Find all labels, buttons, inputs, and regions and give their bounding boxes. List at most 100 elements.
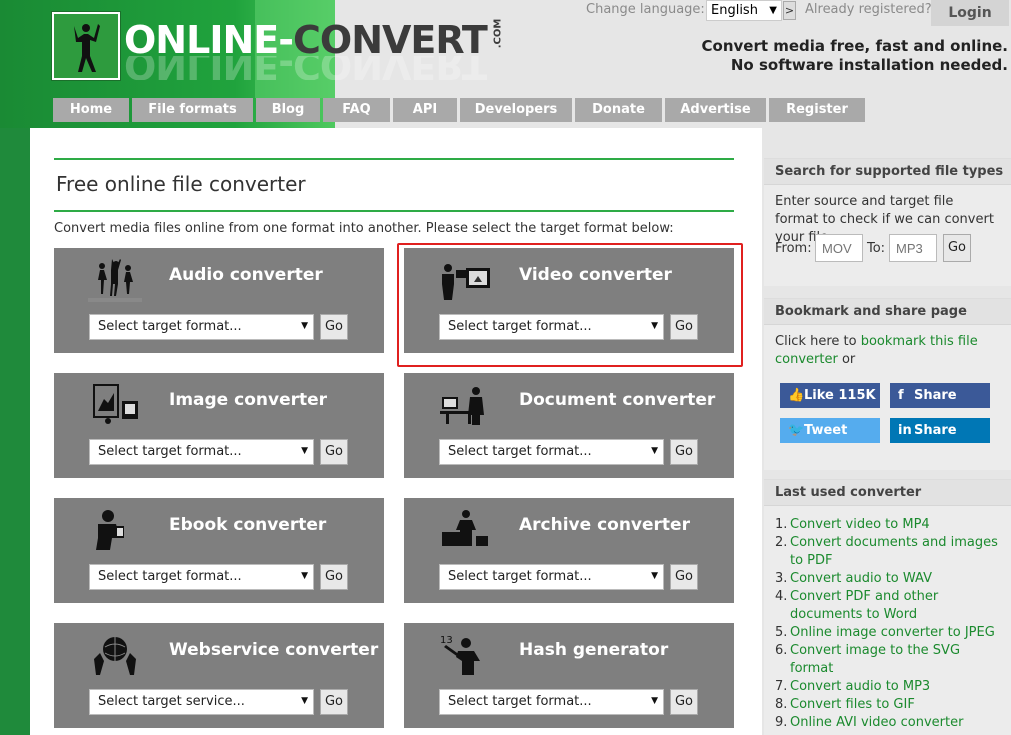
go-button[interactable]: Go: [670, 564, 698, 590]
dropdown-arrow-icon: ▼: [651, 571, 658, 581]
target-service-select[interactable]: Select target service... ▼: [89, 689, 314, 715]
list-item[interactable]: 3. Convert audio to WAV: [764, 570, 1003, 588]
list-number: 9.: [775, 715, 788, 730]
list-number: 2.: [775, 535, 788, 550]
go-button[interactable]: Go: [670, 439, 698, 465]
linkedin-share-button[interactable]: in Share: [890, 418, 990, 443]
logo-com-suffix: .COM: [492, 18, 504, 49]
nav-blog[interactable]: Blog: [256, 98, 320, 122]
tagline-1: Convert media free, fast and online.: [701, 37, 1009, 55]
card-title: Document converter: [519, 390, 716, 410]
to-label: To:: [867, 241, 886, 256]
photo-frame-icon: [86, 381, 144, 429]
card-title: Ebook converter: [169, 515, 327, 535]
image-converter-card: Image converter Select target format... ▼…: [54, 373, 384, 478]
divider: [54, 210, 734, 212]
search-go-button[interactable]: Go: [943, 234, 971, 262]
tagline-2: No software installation needed.: [730, 56, 1008, 74]
hash-generator-card: 13 Hash generator Select target format..…: [404, 623, 734, 728]
highlight-box: [397, 243, 743, 367]
dropdown-arrow-icon: ▼: [769, 5, 777, 16]
card-title: Image converter: [169, 390, 328, 410]
go-button[interactable]: Go: [320, 689, 348, 715]
nav-advertise[interactable]: Advertise: [665, 98, 766, 122]
list-number: 3.: [775, 571, 788, 586]
page-title: Free online file converter: [56, 172, 306, 196]
reader-icon: [86, 506, 144, 554]
document-converter-card: Document converter Select target format.…: [404, 373, 734, 478]
go-button[interactable]: Go: [320, 439, 348, 465]
list-item[interactable]: 9. Online AVI video converter: [764, 714, 1003, 732]
box-heading: Bookmark and share page: [764, 299, 1011, 325]
dancers-icon: [86, 256, 144, 304]
facebook-share-button[interactable]: f Share: [890, 383, 990, 408]
box-heading: Last used converter: [764, 480, 1011, 506]
last-used-box: Last used converter 1. Convert video to M…: [764, 479, 1011, 735]
twitter-icon: 🐦: [788, 423, 805, 438]
bookmark-text-before: Click here to: [775, 334, 861, 349]
from-label: From:: [775, 241, 812, 256]
intro-text: Convert media files online from one form…: [54, 221, 674, 236]
list-item[interactable]: 1. Convert video to MP4: [764, 516, 1003, 534]
change-language-label: Change language:: [586, 2, 705, 17]
language-go-button[interactable]: >: [783, 1, 796, 20]
last-used-list: 1. Convert video to MP4 2. Convert documen…: [764, 506, 1011, 732]
dropdown-arrow-icon: ▼: [301, 446, 308, 456]
logo-reflection: ONLINE-CONVERT: [124, 56, 487, 80]
linkedin-icon: in: [898, 423, 912, 438]
go-button[interactable]: Go: [670, 689, 698, 715]
dropdown-arrow-icon: ▼: [651, 446, 658, 456]
list-item[interactable]: 6. Convert image to the SVG format: [764, 642, 1003, 678]
list-number: 5.: [775, 625, 788, 640]
list-number: 8.: [775, 697, 788, 712]
facebook-icon: f: [898, 388, 904, 403]
dropdown-arrow-icon: ▼: [301, 696, 308, 706]
divider: [54, 158, 734, 160]
nav-api[interactable]: API: [393, 98, 457, 122]
nav-home[interactable]: Home: [53, 98, 129, 122]
target-format-select[interactable]: Select target format... ▼: [439, 439, 664, 465]
card-title: Webservice converter: [169, 640, 379, 660]
archive-converter-card: Archive converter Select target format..…: [404, 498, 734, 603]
target-format-select[interactable]: Select target format... ▼: [89, 564, 314, 590]
from-format-input[interactable]: [815, 234, 863, 262]
list-item[interactable]: 7. Convert audio to MP3: [764, 678, 1003, 696]
dropdown-arrow-icon: ▼: [651, 696, 658, 706]
list-item[interactable]: 4. Convert PDF and other documents to Wor…: [764, 588, 1003, 624]
nav-donate[interactable]: Donate: [575, 98, 662, 122]
list-item[interactable]: 2. Convert documents and images to PDF: [764, 534, 1003, 570]
go-button[interactable]: Go: [320, 314, 348, 340]
webservice-converter-card: Webservice converter Select target servi…: [54, 623, 384, 728]
hash-writer-icon: 13: [436, 631, 494, 679]
header: ONLINE-CONVERT ONLINE-CONVERT .COM Chang…: [0, 0, 1011, 128]
card-title: Audio converter: [169, 265, 323, 285]
nav-developers[interactable]: Developers: [460, 98, 572, 122]
bookmark-text: Click here to bookmark this file convert…: [764, 325, 1011, 377]
list-item[interactable]: 5. Online image converter to JPEG: [764, 624, 1003, 642]
login-button[interactable]: Login: [931, 0, 1009, 26]
nav-faq[interactable]: FAQ: [323, 98, 390, 122]
target-format-select[interactable]: Select target format... ▼: [89, 314, 314, 340]
svg-text:13: 13: [440, 635, 453, 646]
dropdown-arrow-icon: ▼: [301, 321, 308, 331]
nav-file-formats[interactable]: File formats: [132, 98, 253, 122]
ebook-converter-card: Ebook converter Select target format... ▼…: [54, 498, 384, 603]
list-item[interactable]: 8. Convert files to GIF: [764, 696, 1003, 714]
box-heading: Search for supported file types: [764, 159, 1011, 185]
facebook-like-button[interactable]: 👍Like 115K: [780, 383, 880, 408]
nav-register[interactable]: Register: [769, 98, 865, 122]
dropdown-arrow-icon: ▼: [301, 571, 308, 581]
target-format-select[interactable]: Select target format... ▼: [439, 689, 664, 715]
bookmark-text-after: or: [837, 352, 856, 367]
twitter-tweet-button[interactable]: 🐦Tweet: [780, 418, 880, 443]
jumping-man-logo-icon[interactable]: [52, 12, 120, 80]
list-number: 1.: [775, 517, 788, 532]
already-registered-label: Already registered?: [805, 2, 932, 17]
card-title: Archive converter: [519, 515, 690, 535]
target-format-select[interactable]: Select target format... ▼: [89, 439, 314, 465]
globe-icon: [86, 631, 144, 679]
to-format-input[interactable]: [889, 234, 937, 262]
language-select[interactable]: English ▼: [706, 0, 782, 21]
go-button[interactable]: Go: [320, 564, 348, 590]
target-format-select[interactable]: Select target format... ▼: [439, 564, 664, 590]
